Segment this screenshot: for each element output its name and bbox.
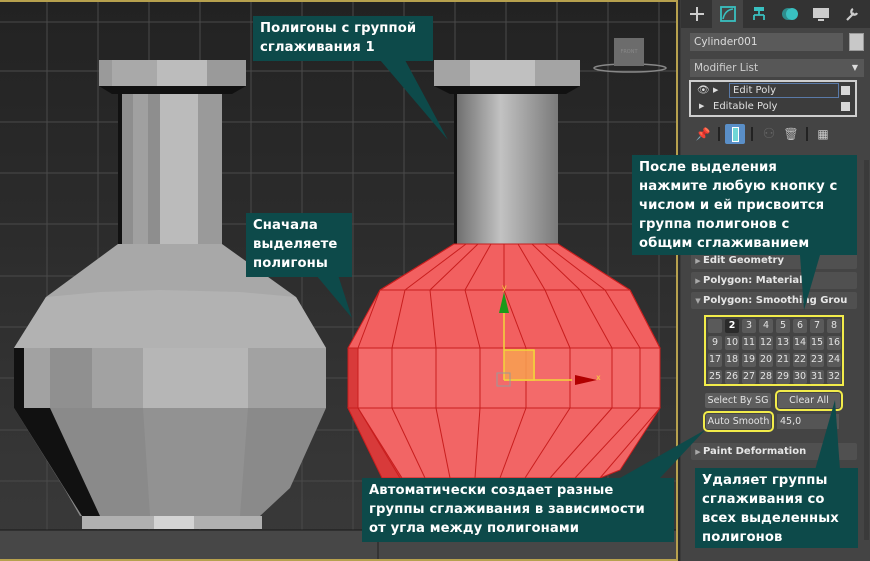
callout-auto-smooth: Автоматически создает разные группы сглаж…: [362, 478, 674, 542]
callout-select-polygons: Сначала выделяете полигоны: [246, 213, 352, 277]
callout-smoothing-group-1: Полигоны с группой сглаживания 1: [253, 16, 433, 61]
callout-assign-group: После выделения нажмите любую кнопку с чис…: [632, 155, 857, 255]
callout-clear-all: Удаляет группы сглаживания со всех выделен…: [695, 468, 858, 548]
